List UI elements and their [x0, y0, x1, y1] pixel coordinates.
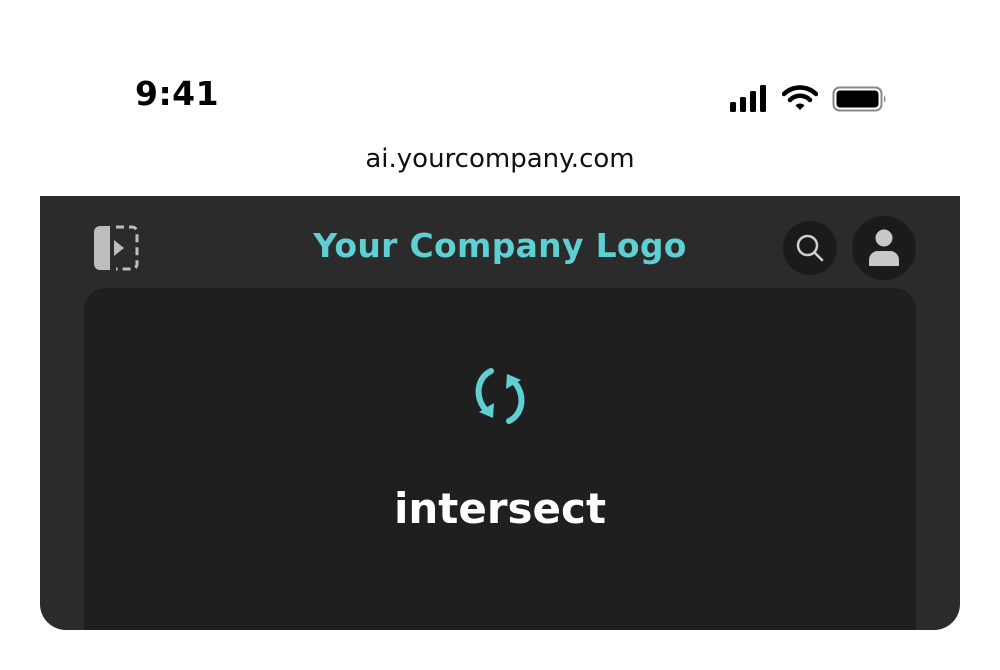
signal-icon [730, 85, 766, 112]
wifi-icon [782, 85, 818, 110]
search-icon [796, 234, 824, 262]
browser-url[interactable]: ai.yourcompany.com [0, 144, 1000, 174]
content-panel: intersect [84, 288, 916, 630]
status-icons [728, 84, 888, 114]
user-avatar-button[interactable] [852, 216, 916, 280]
sync-icon [475, 368, 525, 424]
battery-icon [832, 86, 886, 112]
app-window: Your Company Logo intersect [40, 196, 960, 630]
search-button[interactable] [783, 221, 837, 275]
loading-text: intersect [393, 484, 607, 533]
user-icon [869, 229, 899, 266]
status-time: 9:41 [135, 74, 220, 113]
phone-screen: 9:41 ai.yourcompany.com Your Company Log… [0, 0, 1000, 670]
